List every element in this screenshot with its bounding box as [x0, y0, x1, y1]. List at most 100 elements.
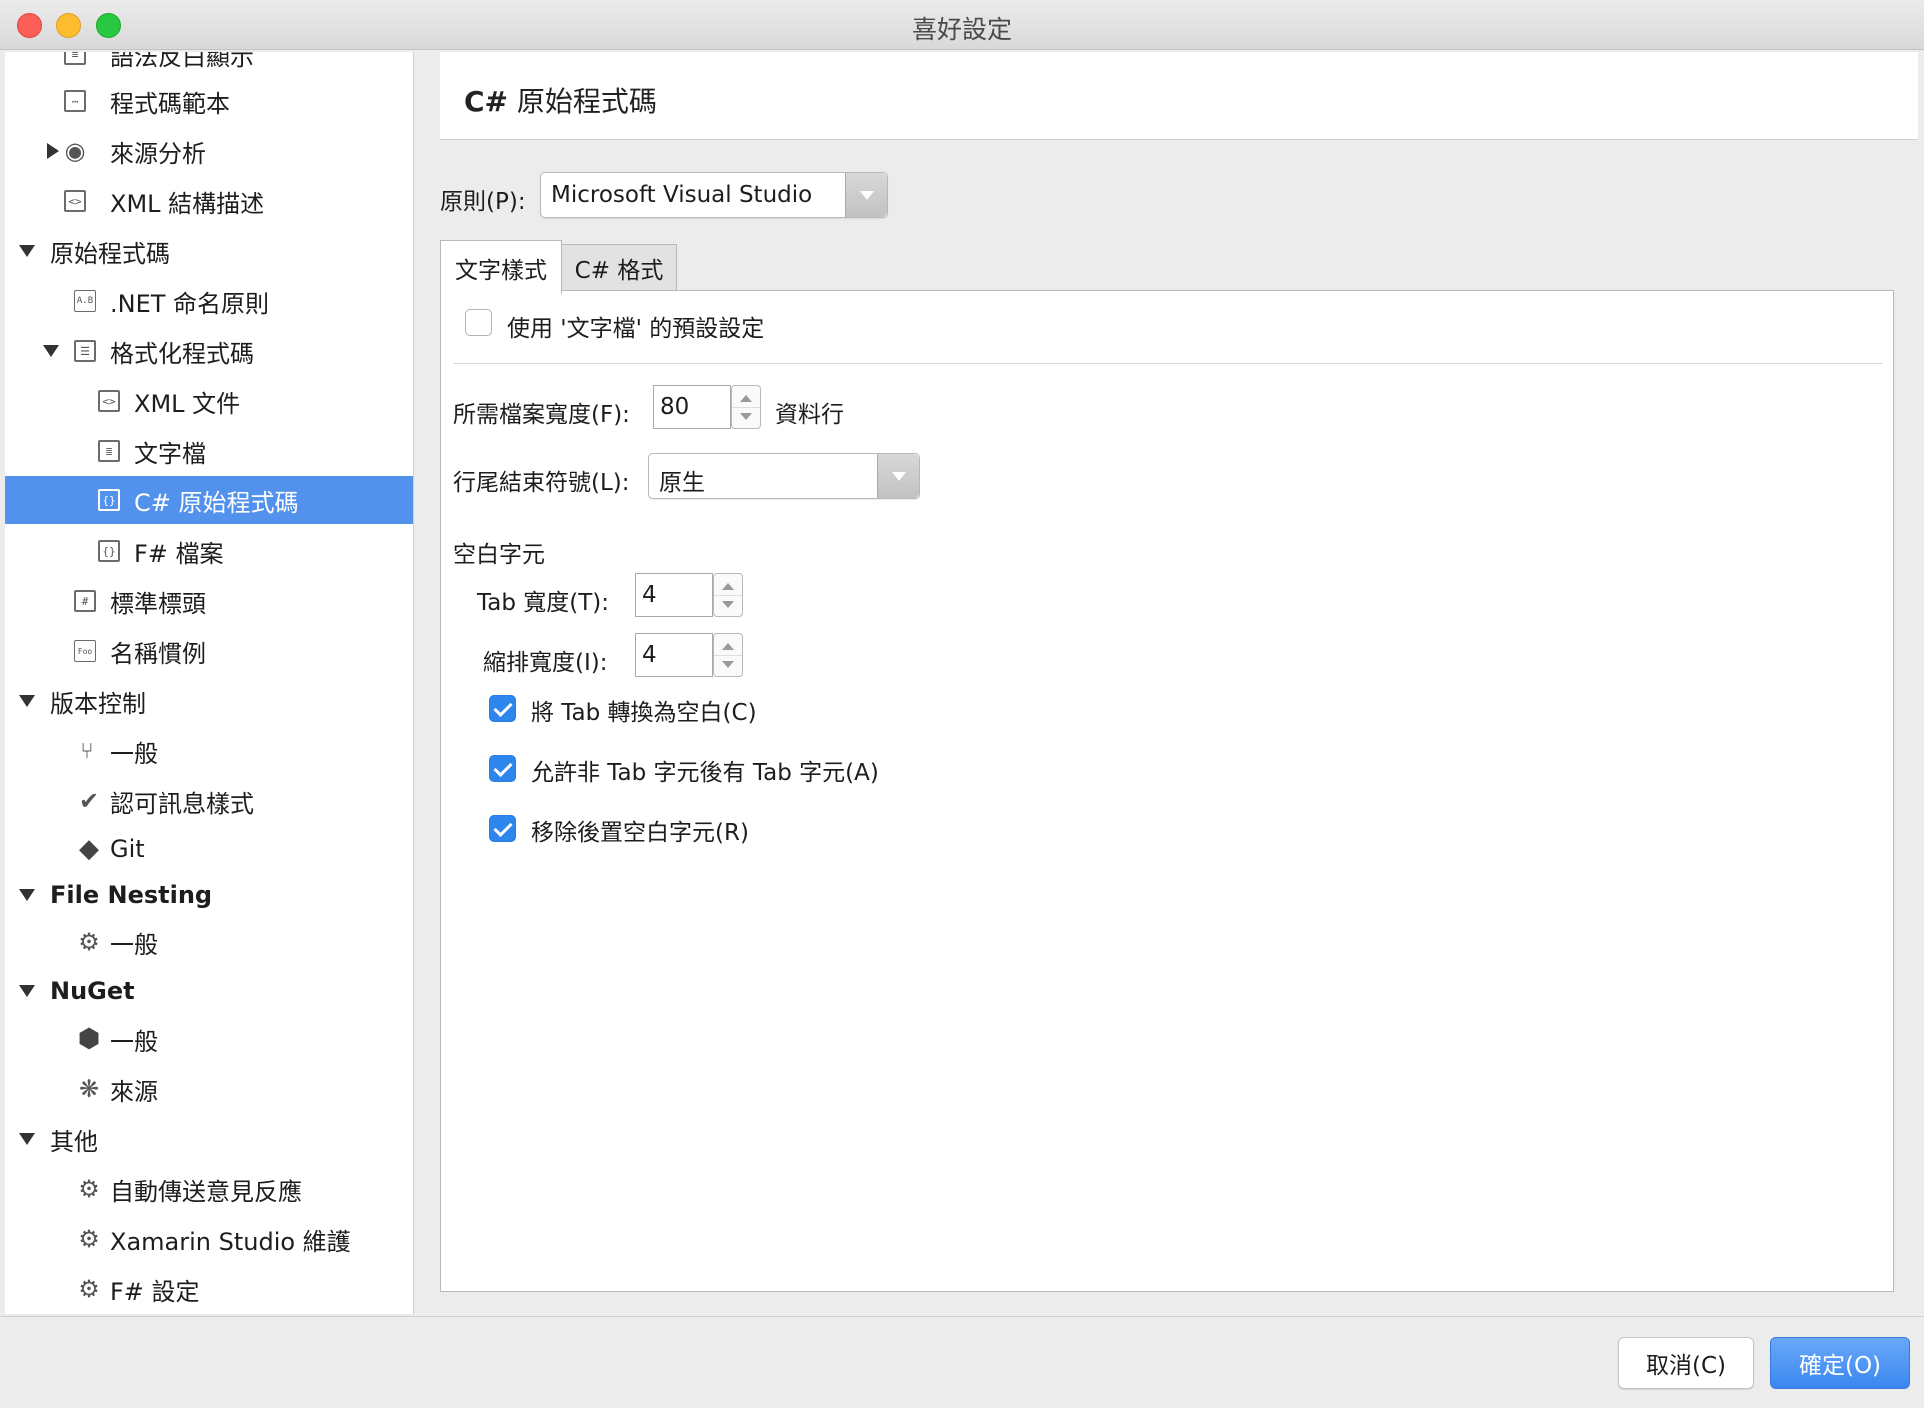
- indent-width-stepper[interactable]: 4: [635, 633, 745, 677]
- sidebar-item-vc-general[interactable]: ⑂ 一般: [5, 727, 413, 775]
- indent-width-spin-buttons[interactable]: [713, 633, 743, 677]
- fsharp-file-icon: {}: [97, 539, 121, 563]
- sidebar-item-fsharp-settings[interactable]: ⚙ F# 設定: [5, 1265, 413, 1313]
- naming-icon: A.B: [73, 289, 97, 313]
- csharp-file-icon: {}: [97, 488, 121, 512]
- policy-value: Microsoft Visual Studio: [551, 182, 813, 208]
- sidebar-group-other[interactable]: 其他: [5, 1115, 413, 1163]
- sidebar-group-nuget[interactable]: NuGet: [5, 967, 413, 1015]
- sidebar-item-csharp-source[interactable]: {} C# 原始程式碼: [5, 476, 413, 524]
- remove-trailing-label: 移除後置空白字元(R): [531, 820, 749, 846]
- sidebar-item-nuget-general[interactable]: ⬢ 一般: [5, 1015, 413, 1063]
- indent-width-label: 縮排寬度(I):: [483, 650, 608, 676]
- use-default-checkbox[interactable]: [465, 309, 492, 336]
- sidebar-item-auto-feedback[interactable]: ⚙ 自動傳送意見反應: [5, 1165, 413, 1213]
- divider: [453, 363, 1883, 364]
- chevron-down-icon[interactable]: [877, 454, 919, 498]
- convert-tabs-label: 將 Tab 轉換為空白(C): [531, 700, 757, 726]
- preferences-window: 喜好設定 ≡ 語法反白顯示 ⋯ 程式碼範本 ◉ 來源分析 <> XML 結構描述…: [0, 0, 1924, 1408]
- sidebar-group-version-control[interactable]: 版本控制: [5, 677, 413, 725]
- policy-dropdown[interactable]: Microsoft Visual Studio: [540, 172, 888, 218]
- ok-button[interactable]: 確定(O): [1770, 1337, 1910, 1389]
- chevron-down-icon[interactable]: [845, 173, 887, 217]
- collapse-arrow-icon[interactable]: [19, 245, 35, 257]
- expand-arrow-icon[interactable]: [47, 143, 59, 159]
- settings-panel: C# 原始程式碼 原則(P): Microsoft Visual Studio …: [418, 52, 1918, 1314]
- check-circle-icon: ✔: [78, 787, 100, 815]
- use-default-label: 使用 '文字檔' 的預設設定: [507, 316, 765, 342]
- allow-tabs-label: 允許非 Tab 字元後有 Tab 字元(A): [531, 760, 879, 786]
- sidebar-item-xml-file[interactable]: <> XML 文件: [5, 377, 413, 425]
- collapse-arrow-icon[interactable]: [19, 1133, 35, 1145]
- analysis-icon: ◉: [64, 137, 86, 165]
- xml-schema-icon: <>: [63, 189, 87, 213]
- dialog-footer: 取消(C) 確定(O): [0, 1316, 1924, 1408]
- sidebar-item-xml-schema[interactable]: <> XML 結構描述: [5, 177, 413, 225]
- branch-icon: ⑂: [80, 738, 94, 764]
- indent-width-input[interactable]: 4: [635, 633, 713, 677]
- sidebar-item-git[interactable]: ◆ Git: [5, 825, 413, 873]
- tab-width-input[interactable]: 4: [635, 573, 713, 617]
- sidebar-group-file-nesting[interactable]: File Nesting: [5, 871, 413, 919]
- cancel-button[interactable]: 取消(C): [1618, 1337, 1754, 1389]
- sidebar-item-code-formatting[interactable]: ☰ 格式化程式碼: [5, 327, 413, 375]
- name-convention-icon: Foo: [73, 639, 97, 663]
- line-ending-value: 原生: [659, 470, 705, 496]
- gear-icon: ⚙: [78, 1175, 100, 1203]
- sidebar-group-source-code[interactable]: 原始程式碼: [5, 227, 413, 275]
- sidebar-item-name-conventions[interactable]: Foo 名稱慣例: [5, 627, 413, 675]
- file-width-unit: 資料行: [775, 402, 844, 428]
- tab-text-style-label: 文字樣式: [455, 257, 547, 284]
- file-width-label: 所需檔案寬度(F):: [453, 402, 630, 428]
- package-icon: ⬢: [77, 1024, 101, 1054]
- line-ending-label: 行尾結束符號(L):: [453, 470, 630, 496]
- git-icon: ◆: [79, 834, 99, 864]
- xml-file-icon: <>: [97, 389, 121, 413]
- preferences-sidebar[interactable]: ≡ 語法反白顯示 ⋯ 程式碼範本 ◉ 來源分析 <> XML 結構描述 原始程式…: [5, 52, 414, 1314]
- tab-csharp-format-label: C# 格式: [574, 257, 664, 284]
- sidebar-item-file-nesting-general[interactable]: ⚙ 一般: [5, 918, 413, 966]
- sidebar-item-text-file[interactable]: ≣ 文字檔: [5, 427, 413, 475]
- syntax-icon: ≡: [63, 52, 87, 66]
- file-width-input[interactable]: 80: [653, 385, 731, 429]
- policy-label: 原則(P):: [440, 189, 526, 215]
- sources-icon: ❋: [78, 1075, 100, 1103]
- sidebar-item-xamarin-maintenance[interactable]: ⚙ Xamarin Studio 維護: [5, 1215, 413, 1263]
- text-file-icon: ≣: [97, 439, 121, 463]
- sidebar-item-net-naming[interactable]: A.B .NET 命名原則: [5, 277, 413, 325]
- tab-width-stepper[interactable]: 4: [635, 573, 745, 617]
- file-width-spin-buttons[interactable]: [731, 385, 761, 429]
- page-title-rest: 原始程式碼: [508, 85, 657, 118]
- sidebar-item-commit-message-style[interactable]: ✔ 認可訊息樣式: [5, 777, 413, 825]
- gear-icon: ⚙: [78, 928, 100, 956]
- tab-width-spin-buttons[interactable]: [713, 573, 743, 617]
- convert-tabs-checkbox[interactable]: [489, 695, 516, 722]
- collapse-arrow-icon[interactable]: [19, 985, 35, 997]
- collapse-arrow-icon[interactable]: [19, 889, 35, 901]
- tab-csharp-format[interactable]: C# 格式: [561, 244, 677, 290]
- remove-trailing-checkbox[interactable]: [489, 815, 516, 842]
- collapse-arrow-icon[interactable]: [19, 695, 35, 707]
- tab-content: 使用 '文字檔' 的預設設定 所需檔案寬度(F): 80 資料行 行尾結束符號(…: [440, 290, 1894, 1292]
- sidebar-item-standard-header[interactable]: # 標準標頭: [5, 577, 413, 625]
- panel-header: C# 原始程式碼: [440, 52, 1918, 140]
- page-title: C# 原始程式碼: [464, 80, 657, 120]
- title-bar: 喜好設定: [0, 0, 1924, 50]
- sidebar-item-code-templates[interactable]: ⋯ 程式碼範本: [5, 77, 413, 125]
- line-ending-dropdown[interactable]: 原生: [648, 453, 920, 499]
- collapse-arrow-icon[interactable]: [43, 345, 59, 357]
- window-title: 喜好設定: [911, 15, 1012, 44]
- format-icon: ☰: [73, 339, 97, 363]
- whitespace-heading: 空白字元: [453, 542, 545, 568]
- allow-tabs-checkbox[interactable]: [489, 755, 516, 782]
- sidebar-item-source-analysis[interactable]: ◉ 來源分析: [5, 127, 413, 175]
- tab-text-style[interactable]: 文字樣式: [440, 240, 562, 294]
- header-icon: #: [73, 589, 97, 613]
- sidebar-item-fsharp-file[interactable]: {} F# 檔案: [5, 527, 413, 575]
- file-width-stepper[interactable]: 80: [653, 385, 763, 429]
- page-title-prefix: C#: [464, 85, 509, 118]
- sidebar-item-nuget-sources[interactable]: ❋ 來源: [5, 1065, 413, 1113]
- snippet-icon: ⋯: [63, 89, 87, 113]
- sidebar-item-syntax-highlighting[interactable]: ≡ 語法反白顯示: [5, 52, 413, 78]
- gear-icon: ⚙: [78, 1225, 100, 1253]
